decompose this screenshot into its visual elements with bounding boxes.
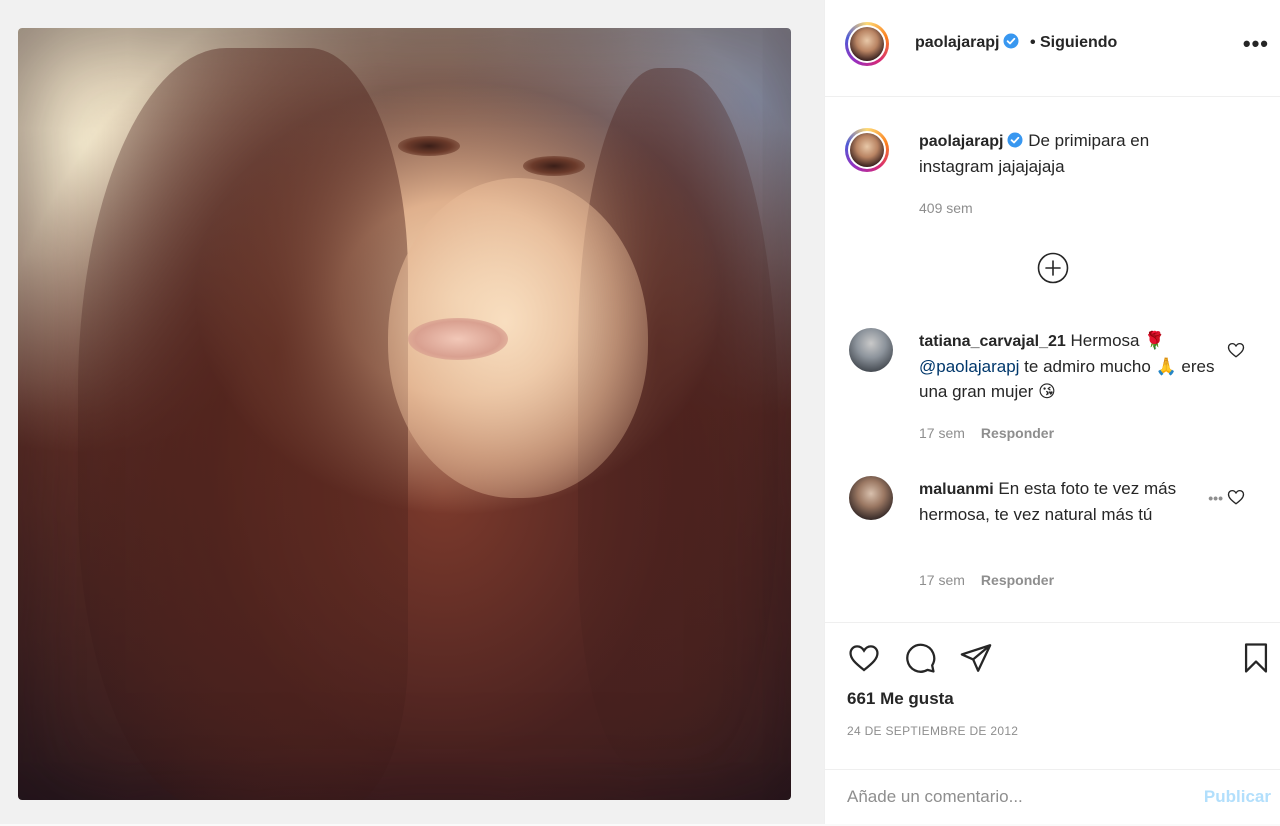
comment-username[interactable]: maluanmi — [919, 481, 994, 498]
caption-avatar[interactable] — [845, 128, 889, 172]
avatar-image — [850, 133, 884, 167]
comment-avatar[interactable] — [849, 328, 893, 372]
comment-input[interactable]: Añade un comentario... — [847, 787, 1023, 807]
comment-text: Hermosa 🌹 — [1070, 331, 1166, 350]
comment-text-block: tatiana_carvajal_21 Hermosa 🌹 @paolajara… — [919, 328, 1219, 404]
comment-mention[interactable]: @paolajarapj — [919, 357, 1019, 376]
comment-time[interactable]: 17 sem — [919, 572, 965, 588]
photo-hair-left — [78, 48, 408, 800]
post-actions: 661 Me gusta 24 DE SEPTIEMBRE DE 2012 Añ… — [825, 622, 1280, 825]
post-photo[interactable] — [18, 28, 791, 800]
load-more-comments-icon[interactable] — [1037, 252, 1069, 284]
comment-meta: 17 sem Responder — [919, 572, 1054, 588]
comment-icon[interactable] — [903, 641, 937, 675]
comment-meta: 17 sem Responder — [919, 425, 1054, 441]
heart-icon[interactable] — [847, 641, 881, 675]
avatar-image — [850, 27, 884, 61]
more-options-icon[interactable]: ••• — [1243, 33, 1269, 55]
comment-like-heart-icon[interactable] — [1227, 341, 1245, 359]
verified-icon — [1007, 132, 1023, 148]
caption-time[interactable]: 409 sem — [919, 200, 973, 216]
comment-time[interactable]: 17 sem — [919, 425, 965, 441]
caption-username[interactable]: paolajarapj — [919, 133, 1003, 150]
photo-eye-left — [398, 136, 460, 156]
share-icon[interactable] — [959, 641, 993, 675]
add-comment-bar: Añade un comentario... Publicar — [825, 769, 1280, 826]
photo-eye-right — [523, 156, 585, 176]
likes-count[interactable]: 661 Me gusta — [847, 689, 954, 709]
header-username[interactable]: paolajarapj — [915, 34, 999, 51]
comment-options-icon[interactable]: ••• — [1208, 488, 1223, 508]
photo-pane — [0, 0, 824, 824]
verified-icon — [1003, 33, 1019, 49]
photo-lips — [408, 318, 508, 360]
post-header: paolajarapj • Siguiendo ••• — [825, 0, 1280, 97]
reply-button[interactable]: Responder — [981, 425, 1054, 441]
author-avatar[interactable] — [845, 22, 889, 66]
post-date[interactable]: 24 DE SEPTIEMBRE DE 2012 — [847, 724, 1018, 738]
bookmark-icon[interactable] — [1239, 641, 1273, 675]
header-user-line: paolajarapj • Siguiendo — [915, 33, 1117, 52]
comment-username[interactable]: tatiana_carvajal_21 — [919, 333, 1066, 350]
reply-button[interactable]: Responder — [981, 572, 1054, 588]
comment-like-heart-icon[interactable] — [1227, 488, 1245, 506]
follow-status[interactable]: • Siguiendo — [1030, 34, 1117, 51]
comment-text-block: maluanmi En esta foto te vez más hermosa… — [919, 476, 1203, 527]
comment-avatar[interactable] — [849, 476, 893, 520]
publish-button[interactable]: Publicar — [1204, 787, 1271, 807]
caption-text-block: paolajarapj De primipara en instagram ja… — [919, 128, 1219, 179]
post-sidebar: paolajarapj • Siguiendo ••• paolajarapj … — [824, 0, 1280, 824]
